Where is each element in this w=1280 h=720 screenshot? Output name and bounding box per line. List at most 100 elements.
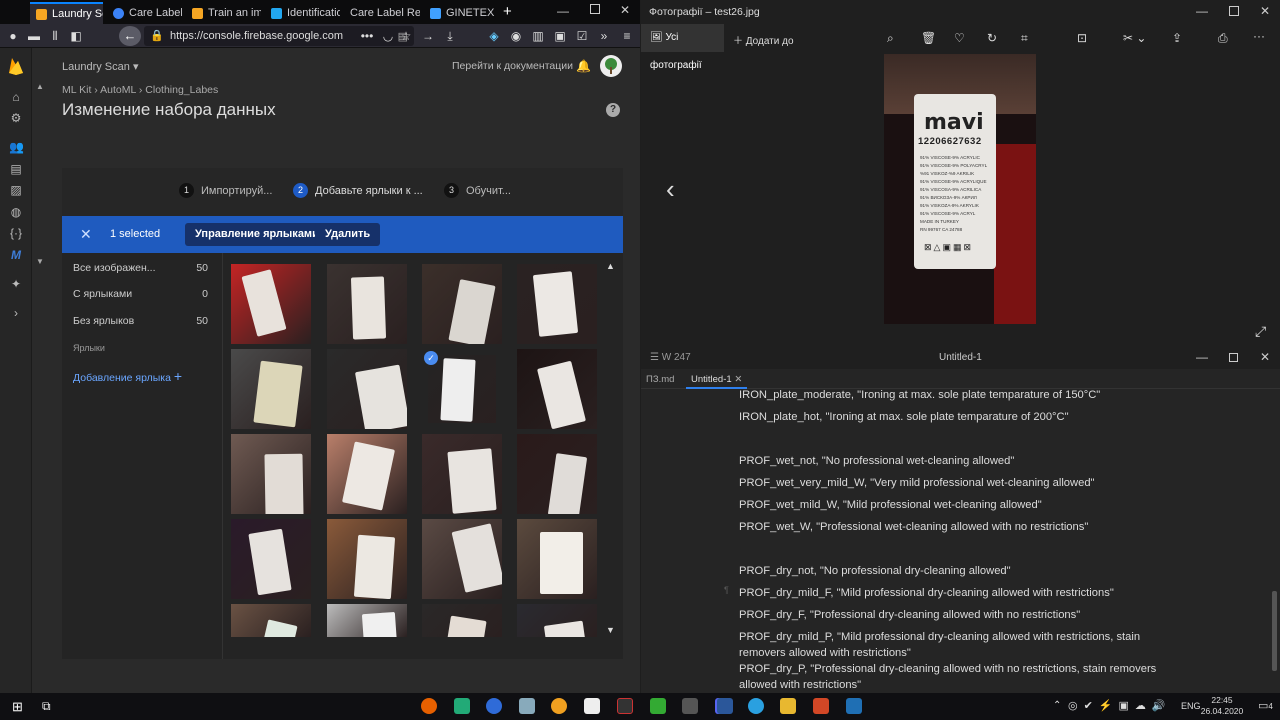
close-window-button[interactable]: ✕	[620, 3, 630, 17]
more-icon[interactable]: •••	[359, 28, 375, 44]
extension-icon[interactable]: ◉	[508, 28, 524, 44]
dataset-image-thumbnail[interactable]	[231, 519, 311, 599]
dataset-image-thumbnail[interactable]	[327, 264, 407, 344]
tab-5[interactable]: Care Label Recog	[344, 2, 420, 24]
telegram-icon[interactable]	[748, 698, 764, 714]
tab-2[interactable]: Care Labels -	[107, 2, 182, 24]
crop-icon[interactable]: ⌗	[1021, 31, 1028, 46]
add-label-link[interactable]: Добавление ярлыка +	[73, 368, 182, 384]
close-tab-icon[interactable]: ✕	[734, 374, 742, 385]
forward-icon[interactable]: →	[420, 28, 436, 44]
app-icon[interactable]	[551, 698, 567, 714]
library-icon[interactable]: ⫴	[47, 28, 63, 44]
dataset-image-thumbnail[interactable]	[422, 264, 502, 344]
word-icon[interactable]	[717, 698, 733, 714]
bell-icon[interactable]: 🔔	[576, 59, 591, 73]
maximize-button[interactable]	[590, 4, 600, 14]
dataset-image-thumbnail[interactable]	[517, 604, 597, 637]
manage-labels-button[interactable]: Управление ярлыками	[185, 223, 329, 246]
new-tab-button[interactable]: +	[503, 3, 512, 20]
task-view-icon[interactable]: ⧉	[42, 699, 51, 714]
minimize-button[interactable]: —	[557, 4, 569, 18]
delete-button[interactable]: Удалить	[315, 223, 381, 246]
functions-icon[interactable]: {·}	[9, 226, 23, 240]
help-icon[interactable]: ?	[606, 103, 620, 117]
tab-3[interactable]: Train an imag	[186, 2, 261, 24]
pocket-icon[interactable]: ◡	[380, 28, 396, 44]
extensions-icon[interactable]: ✦	[9, 277, 23, 291]
scroll-down-icon[interactable]: ▼	[36, 257, 44, 266]
storage-icon[interactable]: ▨	[9, 183, 23, 197]
dataset-image-thumbnail[interactable]	[327, 604, 407, 637]
dataset-image-thumbnail[interactable]	[517, 519, 597, 599]
back-button[interactable]: ←	[119, 26, 141, 46]
explorer-icon[interactable]	[780, 698, 796, 714]
share-icon[interactable]: ⇪	[1172, 31, 1182, 45]
settings-icon[interactable]: ⚙	[9, 111, 23, 125]
expand-icon[interactable]: ›	[9, 306, 23, 320]
dataset-image-thumbnail[interactable]	[517, 349, 597, 429]
avatar[interactable]	[600, 55, 622, 77]
editor-body[interactable]: IRON_plate_moderate, "Ironing at max. so…	[641, 389, 1271, 693]
notifications-icon[interactable]: ▭4	[1258, 699, 1273, 712]
previous-photo-icon[interactable]: ‹	[666, 174, 675, 205]
tab-pz-md[interactable]: ПЗ.md	[646, 374, 674, 385]
filter-labeled[interactable]: С ярлыками 0	[73, 288, 208, 300]
more-icon[interactable]: ···	[1253, 29, 1265, 43]
editor-scrollbar[interactable]	[1272, 591, 1277, 671]
ml-kit-icon[interactable]: M	[9, 248, 23, 262]
minimize-button[interactable]: —	[1196, 350, 1208, 364]
grid-scroll-down-icon[interactable]: ▼	[606, 625, 615, 635]
tab-6[interactable]: GINETEX > Ca✕	[424, 2, 496, 24]
step-1[interactable]: 1 Импортируй...	[179, 183, 272, 198]
powerpoint-icon[interactable]	[813, 698, 829, 714]
project-selector[interactable]: Laundry Scan ▾	[62, 60, 138, 73]
step-2[interactable]: 2 Добавьте ярлыки к ...	[293, 183, 423, 198]
dataset-image-thumbnail[interactable]	[422, 434, 502, 514]
users-icon[interactable]: 👥	[9, 140, 24, 154]
app-icon[interactable]	[682, 698, 698, 714]
app-icon[interactable]	[650, 698, 666, 714]
hosting-icon[interactable]: ◍	[9, 205, 23, 219]
dataset-image-thumbnail[interactable]	[327, 434, 407, 514]
sidebar-icon[interactable]: ◧	[68, 28, 84, 44]
menu-icon[interactable]: ≡	[619, 28, 635, 44]
tray-chevron-icon[interactable]: ⌃	[1053, 700, 1061, 711]
minimize-button[interactable]: —	[1196, 4, 1208, 18]
extension-icon[interactable]: ◈	[486, 28, 502, 44]
database-icon[interactable]: ▤	[9, 162, 23, 176]
filter-unlabeled[interactable]: Без ярлыков 50	[73, 315, 208, 327]
photos-icon[interactable]	[846, 698, 862, 714]
maximize-button[interactable]	[1229, 353, 1238, 362]
dataset-image-thumbnail[interactable]: ✓	[422, 349, 502, 429]
dataset-image-thumbnail[interactable]	[231, 604, 311, 637]
tab-1[interactable]: Laundry Sc✕	[30, 2, 103, 24]
extension-icon[interactable]: ☑	[574, 28, 590, 44]
step-3[interactable]: 3 Обучит...	[444, 183, 511, 198]
account-icon[interactable]: ●	[5, 28, 21, 44]
dataset-image-thumbnail[interactable]	[422, 604, 502, 637]
app-icon[interactable]	[617, 698, 633, 714]
edit-icon[interactable]: ✂ ⌄	[1123, 31, 1146, 45]
extension-icon[interactable]: ▣	[552, 28, 568, 44]
tray-icons[interactable]: ◎✔⚡▣☁🔊	[1068, 699, 1172, 712]
zoom-icon[interactable]: ⌕	[887, 31, 894, 46]
tab-4[interactable]: Identification	[265, 2, 340, 24]
language-indicator[interactable]: ENG	[1181, 701, 1201, 711]
dataset-image-thumbnail[interactable]	[327, 349, 407, 429]
all-photos-button[interactable]: 🖼 Усі фотографії	[641, 24, 724, 71]
scroll-up-icon[interactable]: ▲	[36, 82, 44, 91]
dataset-image-thumbnail[interactable]	[327, 519, 407, 599]
app-icon[interactable]	[519, 698, 535, 714]
dataset-image-thumbnail[interactable]	[422, 519, 502, 599]
container-icon[interactable]: ▬	[26, 28, 42, 44]
add-to-button[interactable]: ＋ Додати до	[733, 32, 794, 47]
extension-icon[interactable]: ▥	[530, 28, 546, 44]
print-icon[interactable]: ⎙	[1218, 31, 1228, 46]
dataset-image-thumbnail[interactable]	[231, 264, 311, 344]
tab-untitled[interactable]: Untitled-1 ✕	[686, 371, 748, 389]
todo-icon[interactable]	[486, 698, 502, 714]
rotate-icon[interactable]: ↻	[987, 31, 997, 45]
delete-icon[interactable]: 🗑	[921, 31, 936, 45]
filter-all[interactable]: Все изображен... 50	[73, 262, 208, 274]
